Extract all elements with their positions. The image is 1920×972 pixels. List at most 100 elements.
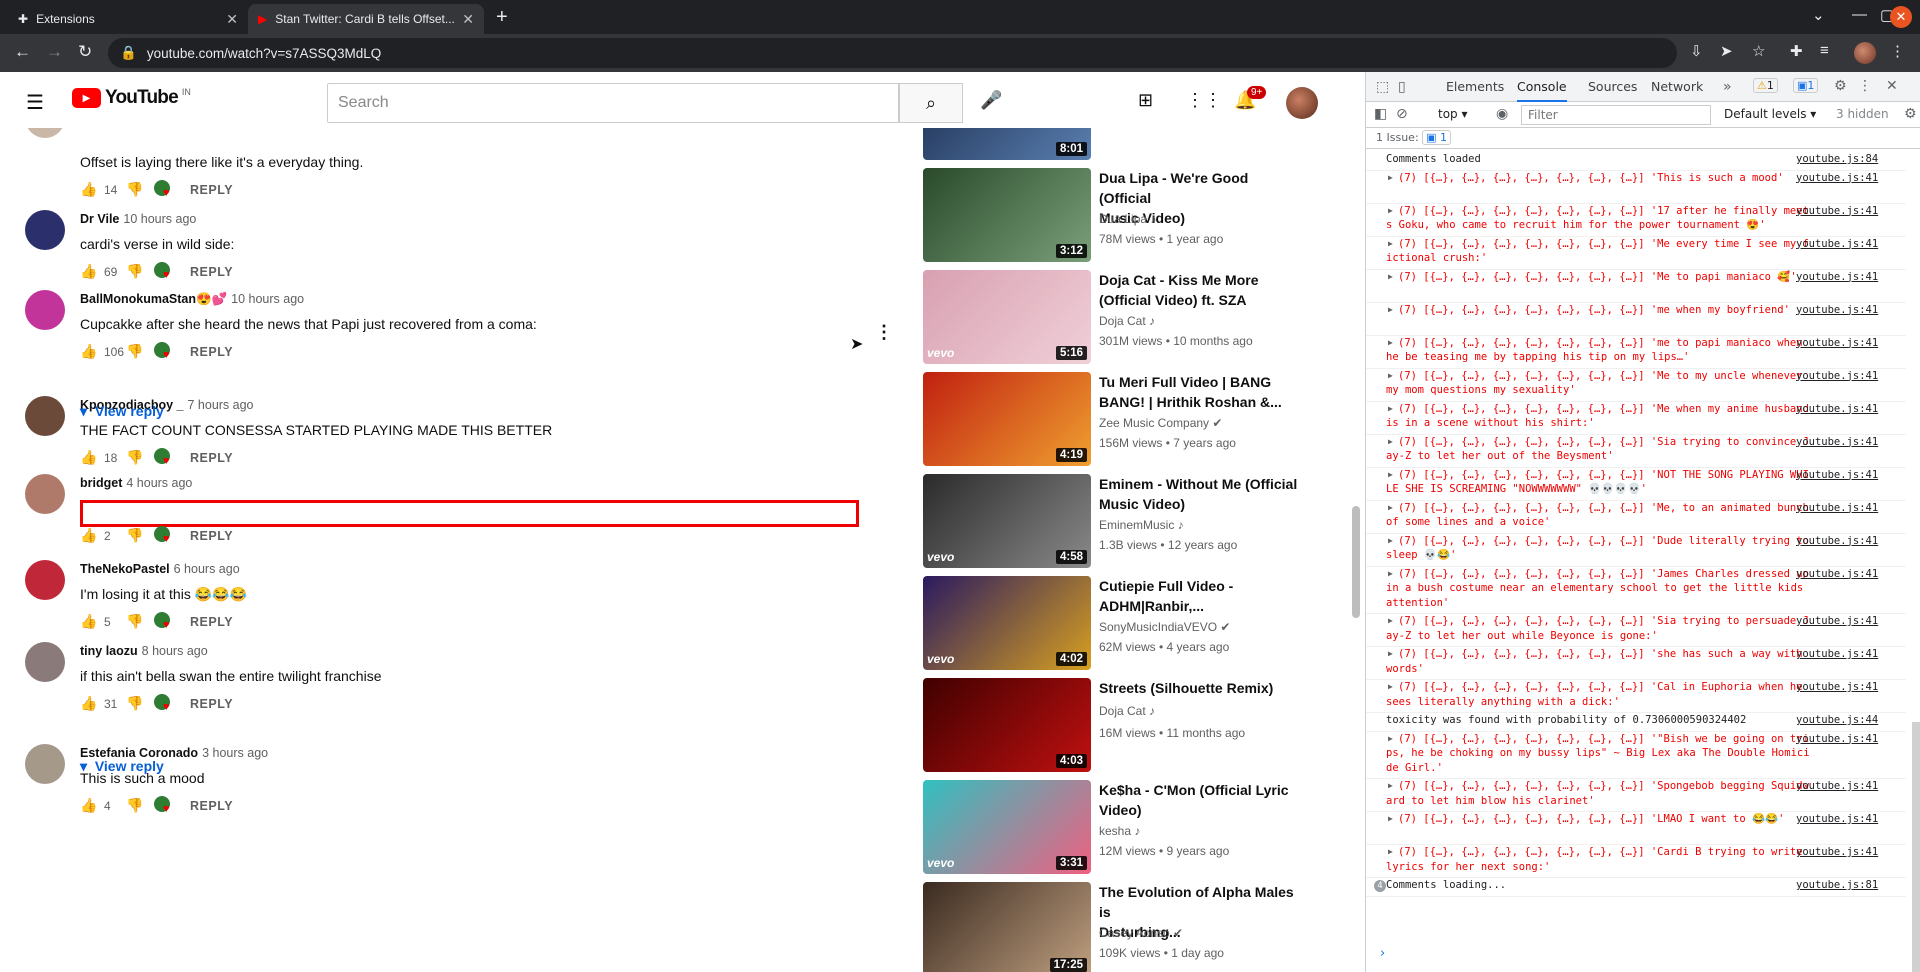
video-thumbnail[interactable]: vevo 4:02 bbox=[923, 576, 1091, 670]
video-title[interactable]: Eminem - Without Me (Official Music Vide… bbox=[1099, 474, 1299, 514]
comment-menu-icon[interactable]: ⋮ bbox=[875, 322, 893, 343]
search-input[interactable]: Search bbox=[327, 83, 899, 123]
apps-grid-icon[interactable]: ⋮⋮ bbox=[1186, 90, 1222, 111]
author-name[interactable]: tiny laozu bbox=[80, 644, 138, 658]
mic-icon[interactable]: 🎤 bbox=[980, 90, 1002, 111]
dislike-icon[interactable]: 👎 bbox=[126, 263, 154, 280]
related-video-item[interactable]: vevo 4:02 Cutiepie Full Video - ADHM|Ran… bbox=[923, 576, 1363, 672]
console-log-entry[interactable]: ▶ (7) [{…}, {…}, {…}, {…}, {…}, {…}, {…}… bbox=[1366, 171, 1906, 204]
author-name[interactable]: bridget bbox=[80, 476, 122, 490]
issues-badge[interactable]: ▣ 1 bbox=[1422, 130, 1452, 145]
console-log-entry[interactable]: Comments loaded youtube.js:84 bbox=[1366, 152, 1906, 171]
reply-button[interactable]: REPLY bbox=[182, 345, 233, 359]
video-thumbnail[interactable]: vevo 3:31 bbox=[923, 780, 1091, 874]
log-source-link[interactable]: youtube.js:41 bbox=[1796, 614, 1878, 629]
video-thumbnail[interactable]: vevo 4:58 bbox=[923, 474, 1091, 568]
log-levels-select[interactable]: Default levels ▾ bbox=[1724, 107, 1816, 121]
log-source-link[interactable]: youtube.js:41 bbox=[1796, 732, 1878, 747]
log-source-link[interactable]: youtube.js:41 bbox=[1796, 270, 1878, 285]
more-tabs-icon[interactable]: » bbox=[1723, 79, 1732, 95]
author-name[interactable]: Dr Vile bbox=[80, 212, 119, 226]
eye-icon[interactable]: ◉ bbox=[1496, 106, 1508, 122]
like-icon[interactable]: 👍 bbox=[80, 343, 97, 360]
create-video-icon[interactable]: ⊞ bbox=[1138, 90, 1153, 111]
video-channel[interactable]: kesha ♪ bbox=[1099, 824, 1140, 838]
like-icon[interactable]: 👍 bbox=[80, 263, 97, 280]
related-video-item[interactable]: 3:12 Dua Lipa - We're Good (Official Mus… bbox=[923, 168, 1363, 264]
dislike-icon[interactable]: 👎 bbox=[126, 181, 154, 198]
video-channel[interactable]: Casey Aonso ✔ bbox=[1099, 926, 1183, 940]
search-button[interactable]: ⌕ bbox=[899, 83, 963, 123]
video-channel[interactable]: EminemMusic ♪ bbox=[1099, 518, 1184, 532]
device-toolbar-icon[interactable]: ▯ bbox=[1398, 79, 1406, 95]
tab-sources[interactable]: Sources bbox=[1588, 79, 1637, 94]
hamburger-menu-icon[interactable]: ☰ bbox=[26, 90, 44, 115]
console-log-entry[interactable]: ▶ (7) [{…}, {…}, {…}, {…}, {…}, {…}, {…}… bbox=[1366, 614, 1906, 647]
console-log-entry[interactable]: ▶ (7) [{…}, {…}, {…}, {…}, {…}, {…}, {…}… bbox=[1366, 680, 1906, 713]
comment-author[interactable]: tiny laozu 8 hours ago bbox=[80, 644, 208, 658]
dislike-icon[interactable]: 👎 bbox=[126, 613, 154, 630]
video-thumbnail[interactable]: 3:12 bbox=[923, 168, 1091, 262]
console-log-entry[interactable]: ▶ (7) [{…}, {…}, {…}, {…}, {…}, {…}, {…}… bbox=[1366, 468, 1906, 501]
commenter-avatar[interactable] bbox=[25, 474, 65, 514]
console-prompt[interactable]: › bbox=[1380, 946, 1385, 961]
issues-bar[interactable]: 1 Issue: ▣ 1 bbox=[1366, 128, 1920, 149]
back-button[interactable]: ← bbox=[14, 42, 31, 62]
log-source-link[interactable]: youtube.js:44 bbox=[1796, 713, 1878, 728]
log-source-link[interactable]: youtube.js:41 bbox=[1796, 779, 1878, 794]
console-settings-icon[interactable]: ⚙ bbox=[1904, 106, 1917, 122]
console-log-entry[interactable]: ▶ (7) [{…}, {…}, {…}, {…}, {…}, {…}, {…}… bbox=[1366, 501, 1906, 534]
youtube-logo[interactable]: ▶ YouTube IN bbox=[72, 87, 191, 109]
related-video-item[interactable]: vevo 3:31 Ke$ha - C'Mon (Official Lyric … bbox=[923, 780, 1363, 876]
account-avatar[interactable] bbox=[1286, 87, 1318, 119]
creator-heart-icon[interactable]: ♥ bbox=[154, 448, 182, 467]
bookmark-star-icon[interactable]: ☆ bbox=[1752, 42, 1765, 60]
log-source-link[interactable]: youtube.js:41 bbox=[1796, 501, 1878, 516]
new-tab-button[interactable]: + bbox=[496, 6, 508, 29]
reply-button[interactable]: REPLY bbox=[182, 799, 233, 813]
author-name[interactable]: BallMonokumaStan😍💕 bbox=[80, 292, 227, 306]
creator-heart-icon[interactable]: ♥ bbox=[154, 342, 182, 361]
comment-time[interactable]: 10 hours ago bbox=[123, 212, 196, 226]
context-select[interactable]: top ▾ bbox=[1438, 107, 1468, 121]
reply-button[interactable]: REPLY bbox=[182, 529, 233, 543]
install-icon[interactable]: ⇩ bbox=[1690, 42, 1703, 60]
related-video-item[interactable]: vevo 4:58 Eminem - Without Me (Official … bbox=[923, 474, 1363, 570]
log-source-link[interactable]: youtube.js:41 bbox=[1796, 237, 1878, 252]
extensions-icon[interactable]: ✚ bbox=[1790, 42, 1803, 60]
console-log-entry[interactable]: ▶ (7) [{…}, {…}, {…}, {…}, {…}, {…}, {…}… bbox=[1366, 567, 1906, 614]
dislike-icon[interactable]: 👎 bbox=[126, 449, 154, 466]
video-channel[interactable]: Dua Lipa ♪ bbox=[1099, 212, 1156, 226]
video-channel[interactable]: Zee Music Company ✔ bbox=[1099, 416, 1222, 430]
dislike-icon[interactable]: 👎 bbox=[126, 527, 154, 544]
console-log-entry[interactable]: ▶ (7) [{…}, {…}, {…}, {…}, {…}, {…}, {…}… bbox=[1366, 270, 1906, 303]
log-source-link[interactable]: youtube.js:41 bbox=[1796, 171, 1878, 186]
log-source-link[interactable]: youtube.js:41 bbox=[1796, 204, 1878, 219]
sidebar-toggle-icon[interactable]: ◧ bbox=[1374, 106, 1387, 122]
media-icon[interactable]: ≡ bbox=[1820, 42, 1829, 59]
log-source-link[interactable]: youtube.js:41 bbox=[1796, 647, 1878, 662]
creator-heart-icon[interactable]: ♥ bbox=[154, 180, 182, 199]
creator-heart-icon[interactable]: ♥ bbox=[154, 612, 182, 631]
log-source-link[interactable]: youtube.js:41 bbox=[1796, 567, 1878, 582]
tab-search-icon[interactable]: ⌄ bbox=[1812, 6, 1825, 24]
console-log-entry[interactable]: ▶ (7) [{…}, {…}, {…}, {…}, {…}, {…}, {…}… bbox=[1366, 369, 1906, 402]
console-log-entry[interactable]: ▶ (7) [{…}, {…}, {…}, {…}, {…}, {…}, {…}… bbox=[1366, 303, 1906, 336]
profile-avatar[interactable] bbox=[1854, 42, 1876, 64]
log-source-link[interactable]: youtube.js:41 bbox=[1796, 468, 1878, 483]
like-icon[interactable]: 👍 bbox=[80, 449, 97, 466]
commenter-avatar[interactable] bbox=[25, 560, 65, 600]
console-log-entry[interactable]: ▶ (7) [{…}, {…}, {…}, {…}, {…}, {…}, {…}… bbox=[1366, 845, 1906, 878]
comment-time[interactable]: 4 hours ago bbox=[126, 476, 192, 490]
tab-elements[interactable]: Elements bbox=[1446, 79, 1504, 94]
page-scrollbar[interactable] bbox=[1352, 506, 1360, 618]
warnings-badge[interactable]: ⚠1 bbox=[1753, 78, 1778, 93]
log-source-link[interactable]: youtube.js:41 bbox=[1796, 369, 1878, 384]
log-source-link[interactable]: youtube.js:41 bbox=[1796, 336, 1878, 351]
clear-console-icon[interactable]: ⊘ bbox=[1396, 106, 1408, 122]
inspect-element-icon[interactable]: ⬚ bbox=[1376, 79, 1389, 95]
video-thumbnail[interactable]: 17:25 bbox=[923, 882, 1091, 972]
reply-button[interactable]: REPLY bbox=[182, 183, 233, 197]
console-log-entry[interactable]: ▶ (7) [{…}, {…}, {…}, {…}, {…}, {…}, {…}… bbox=[1366, 204, 1906, 237]
console-log-entry[interactable]: toxicity was found with probability of 0… bbox=[1366, 713, 1906, 732]
